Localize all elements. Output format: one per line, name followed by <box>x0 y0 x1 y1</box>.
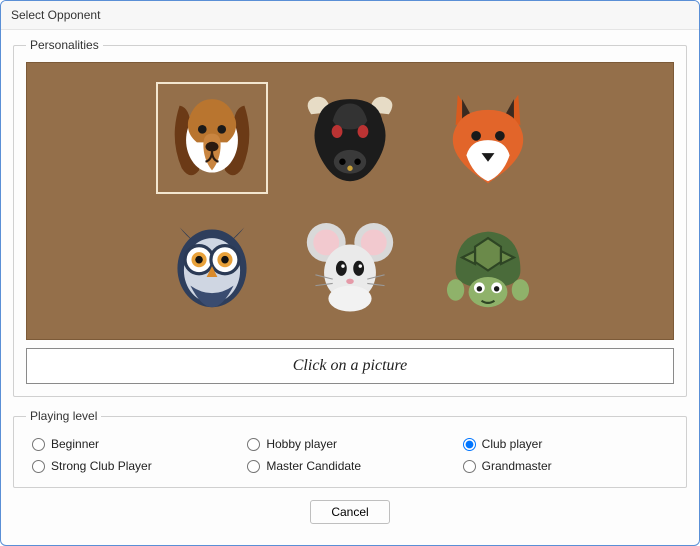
personalities-panel <box>26 62 674 340</box>
radio-grandmaster-input[interactable] <box>463 460 476 473</box>
radio-hobby[interactable]: Hobby player <box>247 437 452 451</box>
radio-master-candidate-input[interactable] <box>247 460 260 473</box>
playing-level-grid: Beginner Hobby player Club player Strong… <box>26 433 674 475</box>
owl-icon <box>158 210 266 318</box>
dialog-content: Personalities <box>1 30 699 534</box>
instruction-bar: Click on a picture <box>26 348 674 384</box>
dialog-button-row: Cancel <box>13 500 687 524</box>
avatar-dog[interactable] <box>156 82 268 194</box>
radio-club-label: Club player <box>482 437 543 451</box>
window-title: Select Opponent <box>1 1 699 30</box>
radio-master-candidate-label: Master Candidate <box>266 459 361 473</box>
radio-grandmaster[interactable]: Grandmaster <box>463 459 668 473</box>
avatar-turtle[interactable] <box>432 208 544 320</box>
dog-icon <box>158 84 266 192</box>
avatar-row-bottom <box>156 208 544 320</box>
playing-level-group: Playing level Beginner Hobby player Club… <box>13 409 687 488</box>
playing-level-legend: Playing level <box>26 409 101 423</box>
radio-hobby-input[interactable] <box>247 438 260 451</box>
fox-icon <box>434 84 542 192</box>
dialog-window: Select Opponent Personalities <box>0 0 700 546</box>
radio-hobby-label: Hobby player <box>266 437 337 451</box>
radio-beginner-input[interactable] <box>32 438 45 451</box>
instruction-text: Click on a picture <box>293 357 408 375</box>
radio-club[interactable]: Club player <box>463 437 668 451</box>
bull-icon <box>296 84 404 192</box>
radio-club-input[interactable] <box>463 438 476 451</box>
avatar-mouse[interactable] <box>294 208 406 320</box>
radio-beginner-label: Beginner <box>51 437 99 451</box>
radio-beginner[interactable]: Beginner <box>32 437 237 451</box>
radio-strong-club[interactable]: Strong Club Player <box>32 459 237 473</box>
radio-strong-club-input[interactable] <box>32 460 45 473</box>
avatar-bull[interactable] <box>294 82 406 194</box>
turtle-icon <box>434 210 542 318</box>
radio-strong-club-label: Strong Club Player <box>51 459 152 473</box>
mouse-icon <box>296 210 404 318</box>
avatar-fox[interactable] <box>432 82 544 194</box>
personalities-group: Personalities <box>13 38 687 397</box>
personalities-legend: Personalities <box>26 38 103 52</box>
avatar-row-top <box>156 82 544 194</box>
cancel-button[interactable]: Cancel <box>310 500 390 524</box>
radio-master-candidate[interactable]: Master Candidate <box>247 459 452 473</box>
avatar-owl[interactable] <box>156 208 268 320</box>
radio-grandmaster-label: Grandmaster <box>482 459 552 473</box>
